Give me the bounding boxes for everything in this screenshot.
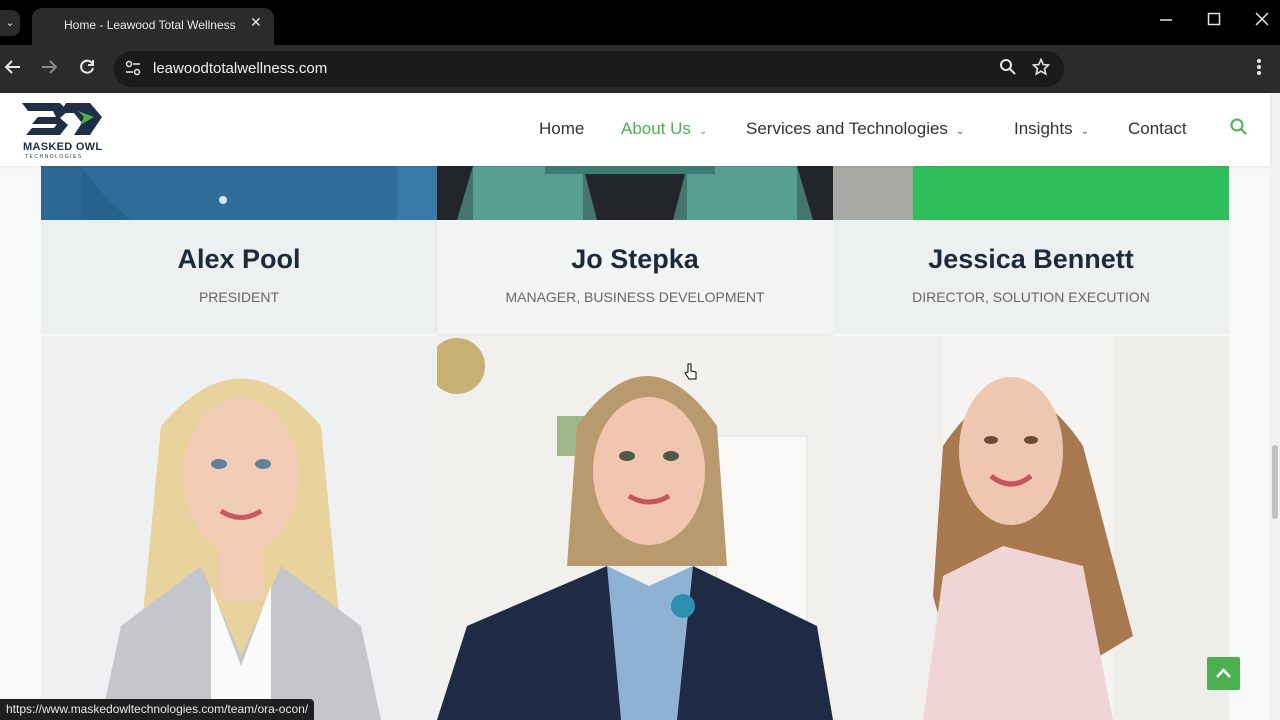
nav-insights[interactable]: Insights ⌄ <box>1014 119 1089 139</box>
browser-tab-bar: ⌄ Home - Leawood Total Wellness ✕ <box>0 0 1280 45</box>
tab-search-menu-button[interactable]: ⌄ <box>0 10 20 36</box>
chevron-down-icon: ⌄ <box>1080 126 1089 137</box>
search-icon[interactable] <box>1229 117 1249 137</box>
tab-close-icon[interactable]: ✕ <box>250 14 262 31</box>
team-member-name[interactable]: Alex Pool <box>41 244 437 275</box>
team-card-jo-stepka[interactable]: Jo Stepka MANAGER, BUSINESS DEVELOPMENT <box>437 220 833 334</box>
team-photo-blonde-woman-gray-blazer[interactable] <box>41 336 437 720</box>
team-member-title: MANAGER, BUSINESS DEVELOPMENT <box>505 289 765 305</box>
maximize-icon[interactable] <box>1207 12 1221 32</box>
chevron-up-icon <box>1216 668 1231 678</box>
url-text[interactable]: leawoodtotalwellness.com <box>153 60 327 77</box>
nav-home[interactable]: Home <box>539 119 584 139</box>
nav-contact-label: Contact <box>1128 119 1187 138</box>
nav-about-us[interactable]: About Us ⌄ <box>621 119 707 139</box>
back-arrow-icon[interactable] <box>4 58 22 81</box>
nav-contact[interactable]: Contact <box>1128 119 1187 139</box>
masked-owl-logo-icon[interactable] <box>20 99 104 139</box>
team-photo-woman-navy-blazer[interactable] <box>437 336 833 720</box>
nav-about-us-label: About Us <box>621 119 691 138</box>
back-to-top-button[interactable] <box>1207 657 1240 690</box>
team-photo-woman-pink-blazer[interactable] <box>833 336 1229 720</box>
chevron-down-icon: ⌄ <box>955 126 965 137</box>
window-close-icon[interactable] <box>1255 12 1269 32</box>
reload-icon[interactable] <box>78 58 96 81</box>
chevron-down-icon: ⌄ <box>698 126 708 137</box>
nav-services-and-technologies[interactable]: Services and Technologies ⌄ <box>746 119 964 139</box>
logo-subtitle: TECHNOLOGIES <box>25 154 83 160</box>
bookmark-star-icon[interactable] <box>1031 57 1051 81</box>
zoom-icon[interactable] <box>999 58 1017 81</box>
nav-services-label: Services and Technologies <box>746 119 948 138</box>
browser-tab[interactable]: Home - Leawood Total Wellness ✕ <box>32 8 274 45</box>
team-photo-alex-pool[interactable] <box>41 166 437 220</box>
tab-title: Home - Leawood Total Wellness <box>64 18 236 32</box>
status-bar-link-preview: https://www.maskedowltechnologies.com/te… <box>0 699 315 720</box>
team-member-title: DIRECTOR, SOLUTION EXECUTION <box>912 289 1150 305</box>
team-photo-jessica-bennett[interactable] <box>833 166 1229 220</box>
address-bar[interactable]: leawoodtotalwellness.com <box>114 51 1064 87</box>
logo-name[interactable]: MASKED OWL <box>23 141 102 153</box>
page-scrollbar[interactable] <box>1270 93 1280 720</box>
minimize-icon[interactable] <box>1159 12 1173 32</box>
team-member-title: PRESIDENT <box>198 289 280 305</box>
kebab-menu-icon[interactable] <box>1256 57 1262 82</box>
team-member-name[interactable]: Jo Stepka <box>437 244 833 275</box>
team-photo-jo-stepka[interactable] <box>437 166 833 220</box>
nav-insights-label: Insights <box>1014 119 1073 138</box>
team-card-jessica-bennett[interactable]: Jessica Bennett DIRECTOR, SOLUTION EXECU… <box>833 220 1229 334</box>
site-header: MASKED OWL TECHNOLOGIES Home About Us ⌄ S… <box>0 93 1270 166</box>
team-member-name[interactable]: Jessica Bennett <box>833 244 1229 275</box>
browser-toolbar: leawoodtotalwellness.com <box>0 45 1280 93</box>
site-info-icon[interactable] <box>124 59 142 80</box>
scrollbar-thumb[interactable] <box>1272 445 1278 519</box>
team-card-alex-pool[interactable]: Alex Pool PRESIDENT <box>41 220 437 334</box>
nav-home-label: Home <box>539 119 585 138</box>
hand-pointer-cursor-icon <box>684 363 698 381</box>
forward-arrow-icon[interactable] <box>40 58 58 81</box>
